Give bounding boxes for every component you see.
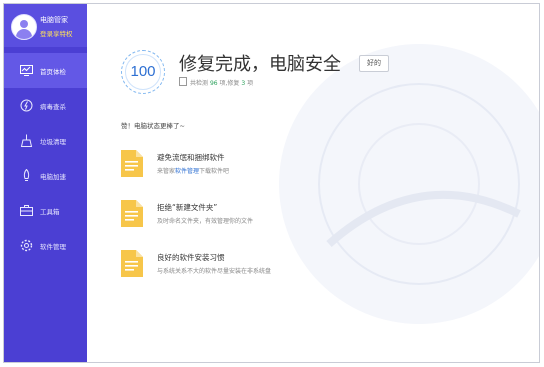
sidebar-item-speed-up[interactable]: 电脑加速	[4, 158, 87, 193]
sidebar-item-junk-clean[interactable]: 垃圾清理	[4, 123, 87, 158]
sidebar-item-label: 首页体检	[40, 68, 66, 76]
software-manage-link[interactable]: 软件管理	[175, 168, 199, 175]
login-link[interactable]: 登录享特权	[40, 28, 73, 38]
toolbox-icon	[20, 205, 33, 216]
tip-desc: 与系统关系不大的软件尽量安装在非系统盘	[157, 268, 272, 275]
ok-button[interactable]: 好的	[359, 55, 389, 72]
background-decoration	[279, 44, 539, 324]
file-icon	[121, 250, 143, 277]
sidebar-item-toolbox[interactable]: 工具箱	[4, 193, 87, 228]
tip-desc-text: 下载软件吧	[199, 168, 230, 175]
tip-desc: 来管家软件管理下载软件吧	[157, 166, 229, 175]
sidebar-item-label: 垃圾清理	[40, 138, 66, 146]
file-icon	[121, 150, 143, 177]
tip-item: 良好的软件安装习惯 与系统关系不大的软件尽量安装在非系统盘	[121, 250, 421, 284]
scan-summary: 共检测 96 项,修复 3 项	[179, 77, 253, 87]
sidebar-item-label: 软件管理	[40, 243, 66, 251]
summary-suffix: 项	[247, 80, 254, 87]
main-panel: 100 修复完成，电脑安全 好的 共检测 96 项,修复 3 项 赞！电脑状态更…	[87, 4, 539, 362]
sidebar-item-label: 电脑加速	[40, 173, 66, 181]
tip-title: 良好的软件安装习惯	[157, 253, 225, 262]
tip-desc: 及时命名文件夹，有效管理你的文件	[157, 218, 254, 225]
tip-desc-text: 来管家	[157, 168, 176, 175]
tip-item: 拒绝“新建文件夹” 及时命名文件夹，有效管理你的文件	[121, 200, 421, 234]
file-icon	[121, 200, 143, 227]
tip-title: 避免流氓和捆绑软件	[157, 153, 225, 162]
document-icon	[179, 77, 187, 86]
health-score: 100	[130, 63, 156, 80]
tip-item: 避免流氓和捆绑软件 来管家软件管理下载软件吧	[121, 150, 421, 184]
app-window: 电脑管家 登录享特权 首页体检 病毒查杀 垃圾清理 电脑加速 工具箱 软件管理 …	[3, 3, 540, 363]
sidebar: 电脑管家 登录享特权 首页体检 病毒查杀 垃圾清理 电脑加速 工具箱 软件管理	[4, 4, 87, 362]
speed-up-icon	[23, 169, 30, 181]
checked-count: 96	[209, 80, 218, 87]
avatar[interactable]	[11, 14, 37, 40]
profile-name: 电脑管家	[40, 16, 68, 24]
junk-clean-icon	[20, 134, 33, 147]
sidebar-item-label: 病毒查杀	[40, 103, 66, 111]
summary-middle: 项,修复	[219, 80, 240, 87]
praise-text: 赞！电脑状态更棒了~	[121, 122, 185, 130]
status-headline: 修复完成，电脑安全	[179, 54, 341, 75]
sidebar-nav: 首页体检 病毒查杀 垃圾清理 电脑加速 工具箱 软件管理	[4, 53, 87, 263]
fixed-count: 3	[241, 80, 246, 87]
sidebar-item-health-check[interactable]: 首页体检	[4, 53, 87, 88]
summary-prefix: 共检测	[190, 80, 209, 87]
virus-scan-icon	[20, 99, 33, 112]
health-check-icon	[20, 65, 33, 76]
software-manage-icon	[20, 239, 33, 252]
profile-area[interactable]: 电脑管家 登录享特权	[4, 4, 87, 47]
sidebar-item-label: 工具箱	[40, 208, 60, 216]
sidebar-item-software-manage[interactable]: 软件管理	[4, 228, 87, 263]
tip-title: 拒绝“新建文件夹”	[157, 203, 218, 212]
score-ring: 100	[121, 50, 165, 94]
sidebar-item-virus-scan[interactable]: 病毒查杀	[4, 88, 87, 123]
